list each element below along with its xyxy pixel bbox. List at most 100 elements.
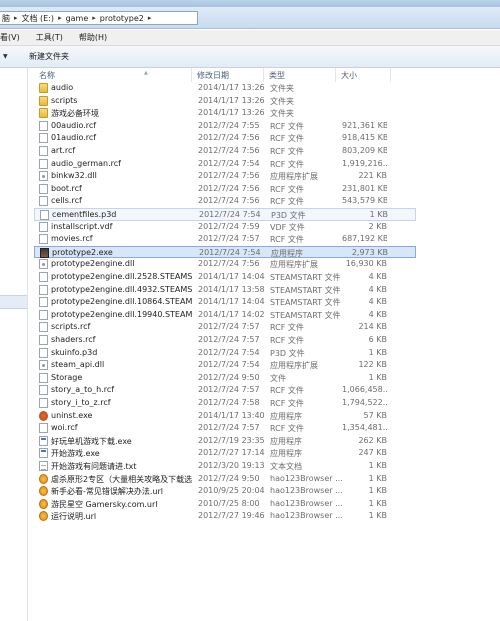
column-size[interactable]: 大小	[341, 70, 357, 81]
file-size: 122 KB	[358, 360, 387, 370]
file-row[interactable]: 新手必看-常见错误解决办法.url 2010/9/25 20:04 hao123Br…	[34, 485, 416, 498]
file-date: 2012/7/19 23:35	[198, 435, 265, 445]
file-row[interactable]: 00audio.rcf 2012/7/24 7:55 RCF 文件 921,361 K…	[34, 120, 416, 133]
navigation-pane[interactable]	[0, 68, 28, 621]
file-row[interactable]: prototype2engine.dll.10864.STEAMS... 2014…	[34, 296, 416, 309]
file-name: story_a_to_h.rcf	[51, 385, 115, 395]
file-type: STEAMSTART 文件	[270, 285, 341, 295]
menu-help[interactable]: 帮助(H)	[79, 32, 107, 43]
file-size: 1,919,216...	[342, 158, 387, 168]
breadcrumb-computer[interactable]: 脑	[0, 13, 13, 24]
file-row[interactable]: cells.rcf 2012/7/24 7:56 RCF 文件 543,579 KB	[34, 195, 416, 208]
file-name: shaders.rcf	[51, 335, 96, 344]
column-date[interactable]: 修改日期	[197, 70, 229, 81]
file-row[interactable]: prototype2engine.dll.2528.STEAMST... 2014…	[34, 271, 416, 284]
file-icon	[39, 347, 48, 358]
file-row[interactable]: 好玩单机游戏下载.exe 2012/7/19 23:35 应用程序 262 KB	[34, 435, 416, 448]
file-row[interactable]: scripts.rcf 2012/7/24 7:57 RCF 文件 214 KB	[34, 321, 416, 334]
breadcrumb-arrow-icon[interactable]: ▸	[147, 14, 153, 22]
file-size: 16,930 KB	[345, 259, 387, 269]
uninstall-icon	[39, 410, 48, 421]
file-size: 803,209 KB	[342, 146, 387, 155]
file-date: 2012/7/24 7:54	[198, 158, 260, 168]
file-type: 应用程序	[270, 411, 302, 421]
file-name: prototype2engine.dll.4932.STEAMST...	[51, 284, 192, 294]
column-divider[interactable]	[390, 68, 391, 82]
file-row[interactable]: installscript.vdf 2012/7/24 7:59 VDF 文件 2 K…	[34, 221, 416, 234]
file-row[interactable]: boot.rcf 2012/7/24 7:56 RCF 文件 231,801 KB	[34, 183, 416, 196]
menu-view[interactable]: 看(V)	[0, 32, 20, 43]
file-row[interactable]: 开始游戏有问题请进.txt 2012/3/20 19:13 文本文档 1 KB	[34, 460, 416, 473]
window-titlebar[interactable]	[0, 0, 500, 7]
dropdown-arrow-icon[interactable]: ▼	[3, 53, 25, 60]
file-type: 应用程序	[270, 449, 302, 459]
column-divider[interactable]	[335, 68, 336, 82]
file-icon	[39, 158, 48, 169]
file-name: cementfiles.p3d	[52, 210, 117, 219]
file-name: 好玩单机游戏下载.exe	[51, 436, 132, 446]
file-row[interactable]: prototype2engine.dll.4932.STEAMST... 2014…	[34, 284, 416, 297]
file-type: hao123Browser ...	[270, 473, 343, 483]
file-row[interactable]: story_i_to_z.rcf 2012/7/24 7:58 RCF 文件 1,79…	[34, 397, 416, 410]
file-row[interactable]: 虐杀原形2专区（大量相关攻略及下载选... 2012/7/24 9:50 hao12…	[34, 473, 416, 486]
file-row[interactable]: 01audio.rcf 2012/7/24 7:56 RCF 文件 918,415 K…	[34, 132, 416, 145]
column-name[interactable]: 名称	[39, 70, 55, 81]
file-row[interactable]: Storage 2012/7/24 9:50 文件 1 KB	[34, 372, 416, 385]
file-row[interactable]: prototype2.exe 2012/7/24 7:54 应用程序 2,973 KB	[34, 245, 416, 259]
file-name: woi.rcf	[51, 423, 78, 433]
file-date: 2012/7/24 7:56	[198, 196, 260, 206]
file-row[interactable]: audio 2014/1/17 13:26 文件夹	[34, 82, 416, 95]
breadcrumb-prototype2[interactable]: prototype2	[97, 14, 147, 23]
file-row[interactable]: steam_api.dll 2012/7/24 7:54 应用程序扩展 122 KB	[34, 359, 416, 372]
file-icon	[39, 297, 48, 308]
file-name: story_i_to_z.rcf	[51, 398, 111, 407]
file-size: 247 KB	[358, 448, 387, 458]
breadcrumb-drive[interactable]: 文档 (E:)	[19, 13, 58, 24]
file-name: art.rcf	[51, 146, 76, 155]
file-name: binkw32.dll	[51, 171, 97, 181]
address-bar[interactable]: 脑 ▸ 文档 (E:) ▸ game ▸ prototype2 ▸	[0, 11, 198, 25]
column-divider[interactable]	[191, 68, 192, 82]
file-row[interactable]: scripts 2014/1/17 13:26 文件夹	[34, 95, 416, 108]
file-icon	[39, 221, 48, 232]
file-row[interactable]: art.rcf 2012/7/24 7:56 RCF 文件 803,209 KB	[34, 145, 416, 158]
breadcrumb-game[interactable]: game	[63, 14, 92, 23]
file-row[interactable]: 开始游戏.exe 2012/7/27 17:14 应用程序 247 KB	[34, 447, 416, 460]
file-row[interactable]: 运行说明.url 2012/7/27 19:46 hao123Browser ...…	[34, 510, 416, 523]
file-size: 2 KB	[368, 221, 387, 231]
nav-selected-item[interactable]	[0, 295, 27, 309]
file-icon	[39, 234, 48, 245]
file-row[interactable]: binkw32.dll 2012/7/24 7:56 应用程序扩展 221 KB	[34, 170, 416, 183]
file-row[interactable]: story_a_to_h.rcf 2012/7/24 7:57 RCF 文件 1,06…	[34, 384, 416, 397]
file-type: hao123Browser ...	[270, 511, 343, 521]
file-name: prototype2.exe	[52, 247, 113, 257]
file-row[interactable]: prototype2engine.dll 2012/7/24 7:56 应用程序扩展…	[34, 258, 416, 271]
address-bar-area: 脑 ▸ 文档 (E:) ▸ game ▸ prototype2 ▸	[0, 7, 500, 29]
file-name: prototype2engine.dll.10864.STEAMS...	[51, 297, 192, 307]
file-row[interactable]: movies.rcf 2012/7/24 7:57 RCF 文件 687,192 KB	[34, 233, 416, 246]
file-date: 2012/7/24 7:59	[198, 221, 260, 231]
menu-bar: 看(V) 工具(T) 帮助(H)	[0, 30, 500, 46]
file-row[interactable]: woi.rcf 2012/7/24 7:57 RCF 文件 1,354,481...	[34, 422, 416, 435]
file-type: 应用程序扩展	[270, 260, 318, 270]
file-type: RCF 文件	[270, 235, 304, 245]
file-row[interactable]: cementfiles.p3d 2012/7/24 7:54 P3D 文件 1 KB	[34, 208, 416, 221]
column-type[interactable]: 类型	[269, 70, 285, 81]
file-name: 00audio.rcf	[51, 120, 97, 130]
menu-tools[interactable]: 工具(T)	[36, 32, 63, 43]
file-icon	[39, 272, 48, 282]
file-icon	[39, 423, 48, 434]
file-row[interactable]: skuinfo.p3d 2012/7/24 7:54 P3D 文件 1 KB	[34, 347, 416, 360]
app-icon	[39, 448, 48, 459]
file-row[interactable]: audio_german.rcf 2012/7/24 7:54 RCF 文件 1,91…	[34, 158, 416, 171]
file-row[interactable]: shaders.rcf 2012/7/24 7:57 RCF 文件 6 KB	[34, 334, 416, 347]
file-row[interactable]: 游民星空 Gamersky.com.url 2010/7/25 8:00 hao12…	[34, 498, 416, 511]
file-size: 921,361 KB	[342, 120, 387, 130]
game-exe-icon	[40, 247, 49, 258]
file-size: 4 KB	[368, 284, 387, 294]
file-row[interactable]: 游戏必备环境 2014/1/17 13:26 文件夹	[34, 107, 416, 120]
new-folder-button[interactable]: 新建文件夹	[29, 51, 69, 62]
file-row[interactable]: uninst.exe 2014/1/17 13:40 应用程序 57 KB	[34, 410, 416, 423]
column-divider[interactable]	[263, 68, 264, 82]
file-row[interactable]: prototype2engine.dll.19940.STEAMST... 201…	[34, 309, 416, 322]
